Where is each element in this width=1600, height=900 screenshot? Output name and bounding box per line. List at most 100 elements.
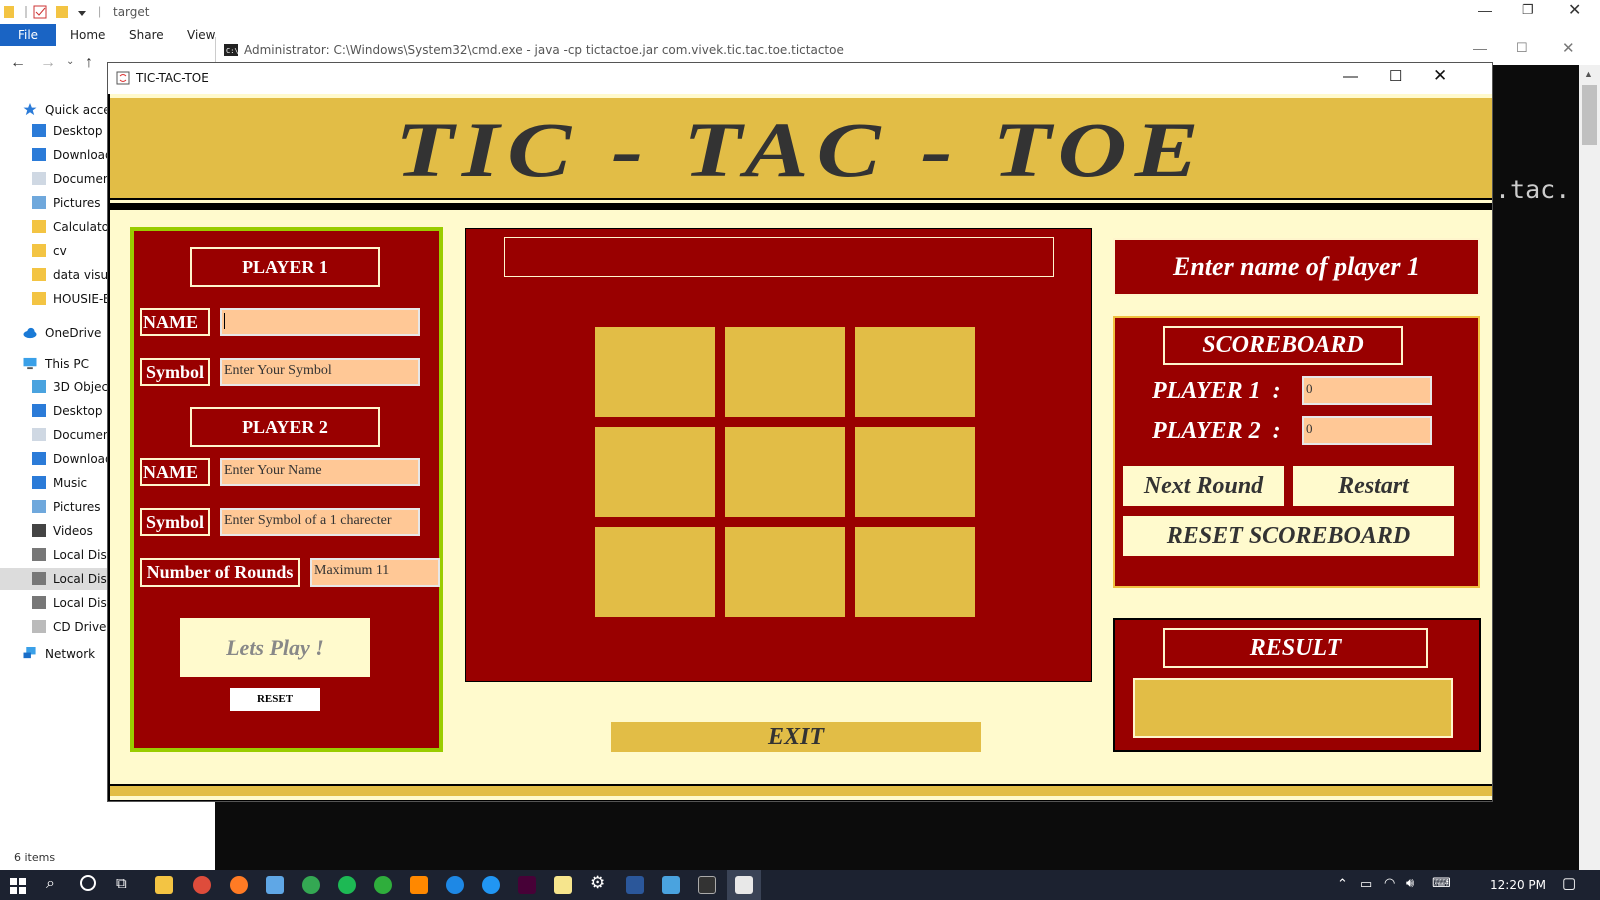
status-bar-item-count: 6 items [14, 851, 56, 864]
search-icon[interactable]: ⌕ [46, 875, 55, 893]
board-cell[interactable] [725, 327, 845, 417]
explorer-ribbon: File Home Share View [0, 24, 220, 46]
board-cell[interactable] [595, 427, 715, 517]
notepad-taskbar-icon[interactable] [554, 876, 572, 894]
footer-strip [110, 784, 1492, 796]
battery-icon[interactable]: ▭ [1360, 876, 1372, 892]
cmd-minimize-icon[interactable]: — [1473, 40, 1487, 56]
game-titlebar: TIC-TAC-TOE — ☐ ✕ [108, 63, 1492, 94]
word-taskbar-icon[interactable] [626, 876, 644, 894]
board-cell[interactable] [725, 527, 845, 617]
cmd-taskbar-icon[interactable] [698, 876, 716, 894]
player1-header: PLAYER 1 [190, 247, 380, 287]
settings-gear-icon[interactable]: ⚙ [590, 873, 605, 893]
forward-arrow-icon[interactable]: → [40, 54, 56, 72]
back-arrow-icon[interactable]: ← [10, 54, 26, 72]
next-round-button[interactable]: Next Round [1123, 466, 1284, 506]
up-arrow-icon[interactable]: ↑ [85, 54, 93, 72]
nav-item-label: Pictures [53, 196, 101, 210]
app3-taskbar-icon[interactable] [374, 876, 392, 894]
cmd-scrollbar[interactable]: ▲ [1579, 65, 1600, 870]
notifications-icon[interactable]: ▢ [1562, 874, 1576, 892]
title-banner: TIC - TAC - TOE [110, 98, 1492, 200]
game-close-icon[interactable]: ✕ [1433, 66, 1447, 86]
app-taskbar-icon[interactable] [266, 876, 284, 894]
p1-name-input[interactable] [220, 308, 420, 336]
p1-score-field[interactable]: 0 [1302, 376, 1432, 405]
video-icon [32, 524, 46, 537]
p2-symbol-label: Symbol [140, 508, 210, 536]
player2-header: PLAYER 2 [190, 407, 380, 447]
p1-score-label: PLAYER 1 : [1152, 378, 1281, 404]
download-icon [32, 148, 46, 161]
tray-expand-icon[interactable]: ⌃ [1337, 876, 1348, 892]
java-icon [116, 71, 130, 85]
board-cell[interactable] [855, 427, 975, 517]
windows-start-icon[interactable] [10, 878, 26, 894]
app4-taskbar-icon[interactable] [662, 876, 680, 894]
star-icon [23, 103, 37, 116]
board-cell[interactable] [855, 327, 975, 417]
ribbon-tab-home[interactable]: Home [70, 24, 105, 46]
p2-score-field[interactable]: 0 [1302, 416, 1432, 445]
game-maximize-icon[interactable]: ☐ [1389, 67, 1402, 85]
rounds-label: Number of Rounds [140, 558, 300, 587]
explorer-minimize-icon[interactable]: — [1478, 2, 1492, 18]
rounds-input[interactable]: Maximum 11 [310, 558, 440, 587]
ribbon-tab-view[interactable]: View [187, 24, 215, 46]
spotify-taskbar-icon[interactable] [338, 876, 356, 894]
nav-item-label: Calculator [53, 220, 114, 234]
app2-taskbar-icon[interactable] [302, 876, 320, 894]
keyboard-icon[interactable]: ⌨ [1432, 875, 1451, 891]
explorer-taskbar-icon[interactable] [155, 876, 173, 894]
chrome-taskbar-icon[interactable] [193, 876, 211, 894]
firefox-taskbar-icon[interactable] [230, 876, 248, 894]
board-cell[interactable] [855, 527, 975, 617]
network-icon [23, 647, 36, 659]
board-cell[interactable] [595, 327, 715, 417]
cmd-maximize-icon[interactable]: ☐ [1516, 40, 1528, 56]
music-icon [32, 476, 46, 489]
game-minimize-icon[interactable]: — [1343, 68, 1358, 85]
cmd-close-icon[interactable]: ✕ [1562, 39, 1575, 57]
board-cell[interactable] [595, 527, 715, 617]
desktop-icon [32, 404, 46, 417]
xd-taskbar-icon[interactable] [518, 876, 536, 894]
wifi-icon[interactable]: ◠ [1384, 875, 1395, 891]
p2-name-input[interactable]: Enter Your Name [220, 458, 420, 486]
restart-button[interactable]: Restart [1293, 466, 1454, 506]
exit-button[interactable]: EXIT [611, 722, 981, 752]
explorer-close-icon[interactable]: ✕ [1568, 0, 1581, 20]
banner-title: TIC - TAC - TOE [395, 105, 1207, 194]
lets-play-button[interactable]: Lets Play ! [180, 618, 370, 677]
java-taskbar-icon [735, 876, 753, 894]
cortana-icon[interactable] [80, 875, 96, 891]
explorer-restore-icon[interactable]: ❐ [1522, 2, 1534, 18]
taskbar-clock[interactable]: 12:20 PM [1490, 878, 1546, 892]
quick-access-toolbar-icons[interactable] [4, 5, 92, 19]
drive-icon [32, 572, 46, 585]
cube-icon [32, 380, 46, 393]
scoreboard-title: SCOREBOARD [1163, 326, 1403, 365]
result-display [1133, 678, 1453, 738]
volume-icon[interactable]: 🔊︎ [1406, 875, 1414, 891]
ribbon-tab-file[interactable]: File [0, 24, 56, 46]
recent-locations-icon[interactable]: ⌄ [66, 56, 74, 67]
board-cell[interactable] [725, 427, 845, 517]
reset-button[interactable]: RESET [230, 688, 320, 711]
folder-icon [32, 292, 46, 305]
drive-icon [32, 596, 46, 609]
p2-symbol-input[interactable]: Enter Symbol of a 1 charecter [220, 508, 420, 536]
edge-taskbar-icon[interactable] [446, 876, 464, 894]
nav-item-label: Local Disk [53, 548, 114, 562]
ribbon-tab-share[interactable]: Share [129, 24, 164, 46]
vlc-taskbar-icon[interactable] [410, 876, 428, 894]
task-view-icon[interactable]: ⧉ [116, 875, 127, 892]
p1-symbol-input[interactable]: Enter Your Symbol [220, 358, 420, 386]
nav-item-label: Desktop [53, 404, 103, 418]
scrollbar-thumb[interactable] [1582, 85, 1597, 145]
zoom-taskbar-icon[interactable] [482, 876, 500, 894]
reset-scoreboard-button[interactable]: RESET SCOREBOARD [1123, 516, 1454, 556]
scroll-up-icon[interactable]: ▲ [1584, 69, 1593, 79]
java-taskbar-active[interactable] [727, 870, 761, 900]
